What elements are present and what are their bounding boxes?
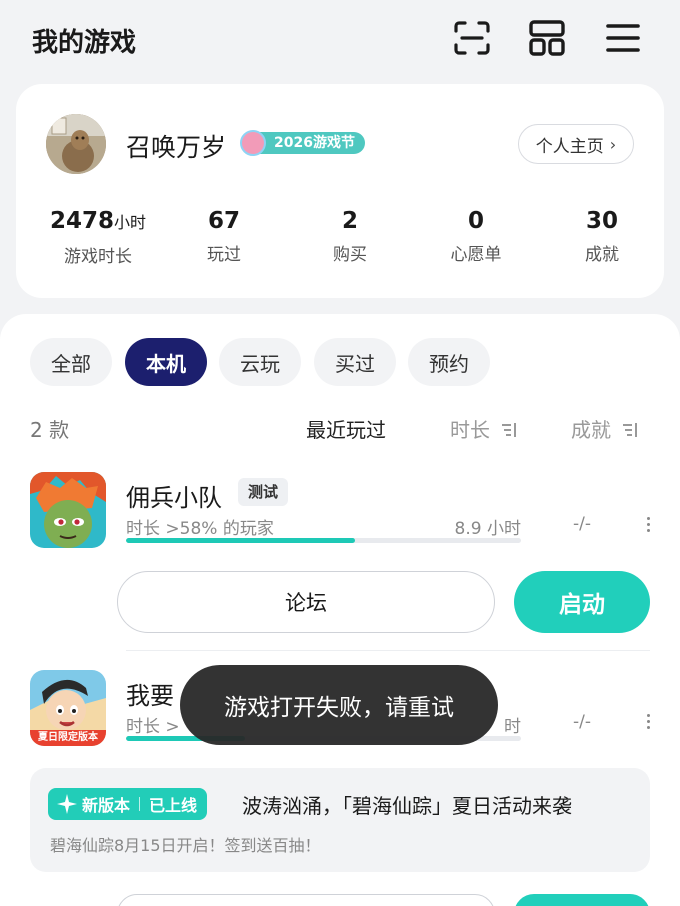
game-title: 我要 [126,682,174,710]
sparkle-icon [57,794,77,814]
homepage-button-label: 个人主页 [535,136,604,157]
profile-card: 召唤万岁 2026游戏节 个人主页 › 2478小时 游戏时长 67 玩过 2 … [16,84,664,298]
avatar[interactable] [46,114,106,174]
launch-button-partial[interactable] [514,894,650,906]
sort-row: 2 款 最近玩过 时长 成就 [0,414,680,443]
event-badge-label: 2026游戏节 [260,132,365,154]
stat-label: 心愿单 [450,245,502,265]
promo-subtitle: 碧海仙踪8月15日开启！签到送百抽！ [50,836,321,855]
sort-order-icon [502,423,517,437]
promo-title: 波涛汹涌，「碧海仙踪」夏日活动来袭 [242,794,572,818]
sort-recent[interactable]: 最近玩过 [306,414,386,443]
stat-value: 67 [207,208,240,234]
error-toast: 游戏打开失败，请重试 [180,665,498,745]
game-icon-second[interactable]: 夏日限定版本 [30,670,106,746]
game-subtitle: 时长 >58% 的玩家 [126,519,274,539]
filter-chip-purchased[interactable]: 买过 [314,338,396,386]
stat-purchased[interactable]: 2 购买 [280,206,420,265]
playtime-progress [126,538,521,543]
more-options-icon[interactable] [644,514,652,534]
scan-icon[interactable] [452,18,492,58]
game-icon-mercenary[interactable] [30,472,106,548]
icon-caption: 夏日限定版本 [38,732,98,743]
stat-label: 购买 [333,245,367,265]
stat-value: 0 [467,208,484,234]
stat-unit: 小时 [114,213,147,232]
menu-icon[interactable] [603,18,643,58]
online-label: 已上线 [149,796,198,815]
grid-icon[interactable] [527,18,567,58]
promo-banner[interactable]: 新版本 已上线 波涛汹涌，「碧海仙踪」夏日活动来袭 碧海仙踪8月15日开启！签到… [30,768,650,872]
filter-chip-reserved[interactable]: 预约 [408,338,490,386]
sort-achievement-label: 成就 [571,418,611,442]
forum-button[interactable]: 论坛 [117,571,495,633]
game-count: 2 款 [30,418,70,442]
game-title: 佣兵小队 [126,484,222,512]
filter-chip-all[interactable]: 全部 [30,338,112,386]
new-version-badge: 新版本 已上线 [48,788,208,820]
test-badge: 测试 [238,478,289,506]
stat-wishlist[interactable]: 0 心愿单 [406,206,546,265]
forum-button-partial[interactable] [117,894,495,906]
app-screen: 我的游戏 召唤万岁 2026游戏节 个人主页 › 2478小时 游戏时长 67 … [0,0,680,906]
stat-value: 2 [341,208,358,234]
game-achievements: -/- [573,712,591,732]
sort-achievement[interactable]: 成就 [571,414,639,443]
chevron-right-icon: › [609,134,617,154]
event-badge[interactable]: 2026游戏节 [240,130,365,156]
more-options-icon[interactable] [644,711,652,731]
new-version-label: 新版本 [82,796,131,815]
top-bar: 我的游戏 [0,0,680,84]
sort-duration-label: 时长 [450,418,490,442]
stat-playtime[interactable]: 2478小时 游戏时长 [28,206,168,267]
progress-fill [126,538,356,543]
stat-played[interactable]: 67 玩过 [154,206,294,265]
stat-value: 2478 [49,208,114,234]
game-hours: 8.9 小时 [454,519,521,539]
stat-value: 30 [585,208,618,234]
homepage-button[interactable]: 个人主页 › [518,124,634,164]
filter-chip-local[interactable]: 本机 [125,338,207,386]
stat-achievements[interactable]: 30 成就 [532,206,672,265]
stat-label: 玩过 [207,245,241,265]
game-subtitle: 时长 > [126,717,180,737]
filter-chip-cloud[interactable]: 云玩 [219,338,301,386]
badge-mascot-icon [240,130,266,156]
launch-button[interactable]: 启动 [514,571,650,633]
game-achievements: -/- [573,514,591,534]
stat-label: 成就 [585,245,619,265]
username: 召唤万岁 [126,133,227,162]
stat-label: 游戏时长 [64,247,132,267]
page-title: 我的游戏 [32,28,137,58]
sort-duration[interactable]: 时长 [450,414,518,443]
divider [126,650,650,651]
sort-order-icon [623,423,638,437]
